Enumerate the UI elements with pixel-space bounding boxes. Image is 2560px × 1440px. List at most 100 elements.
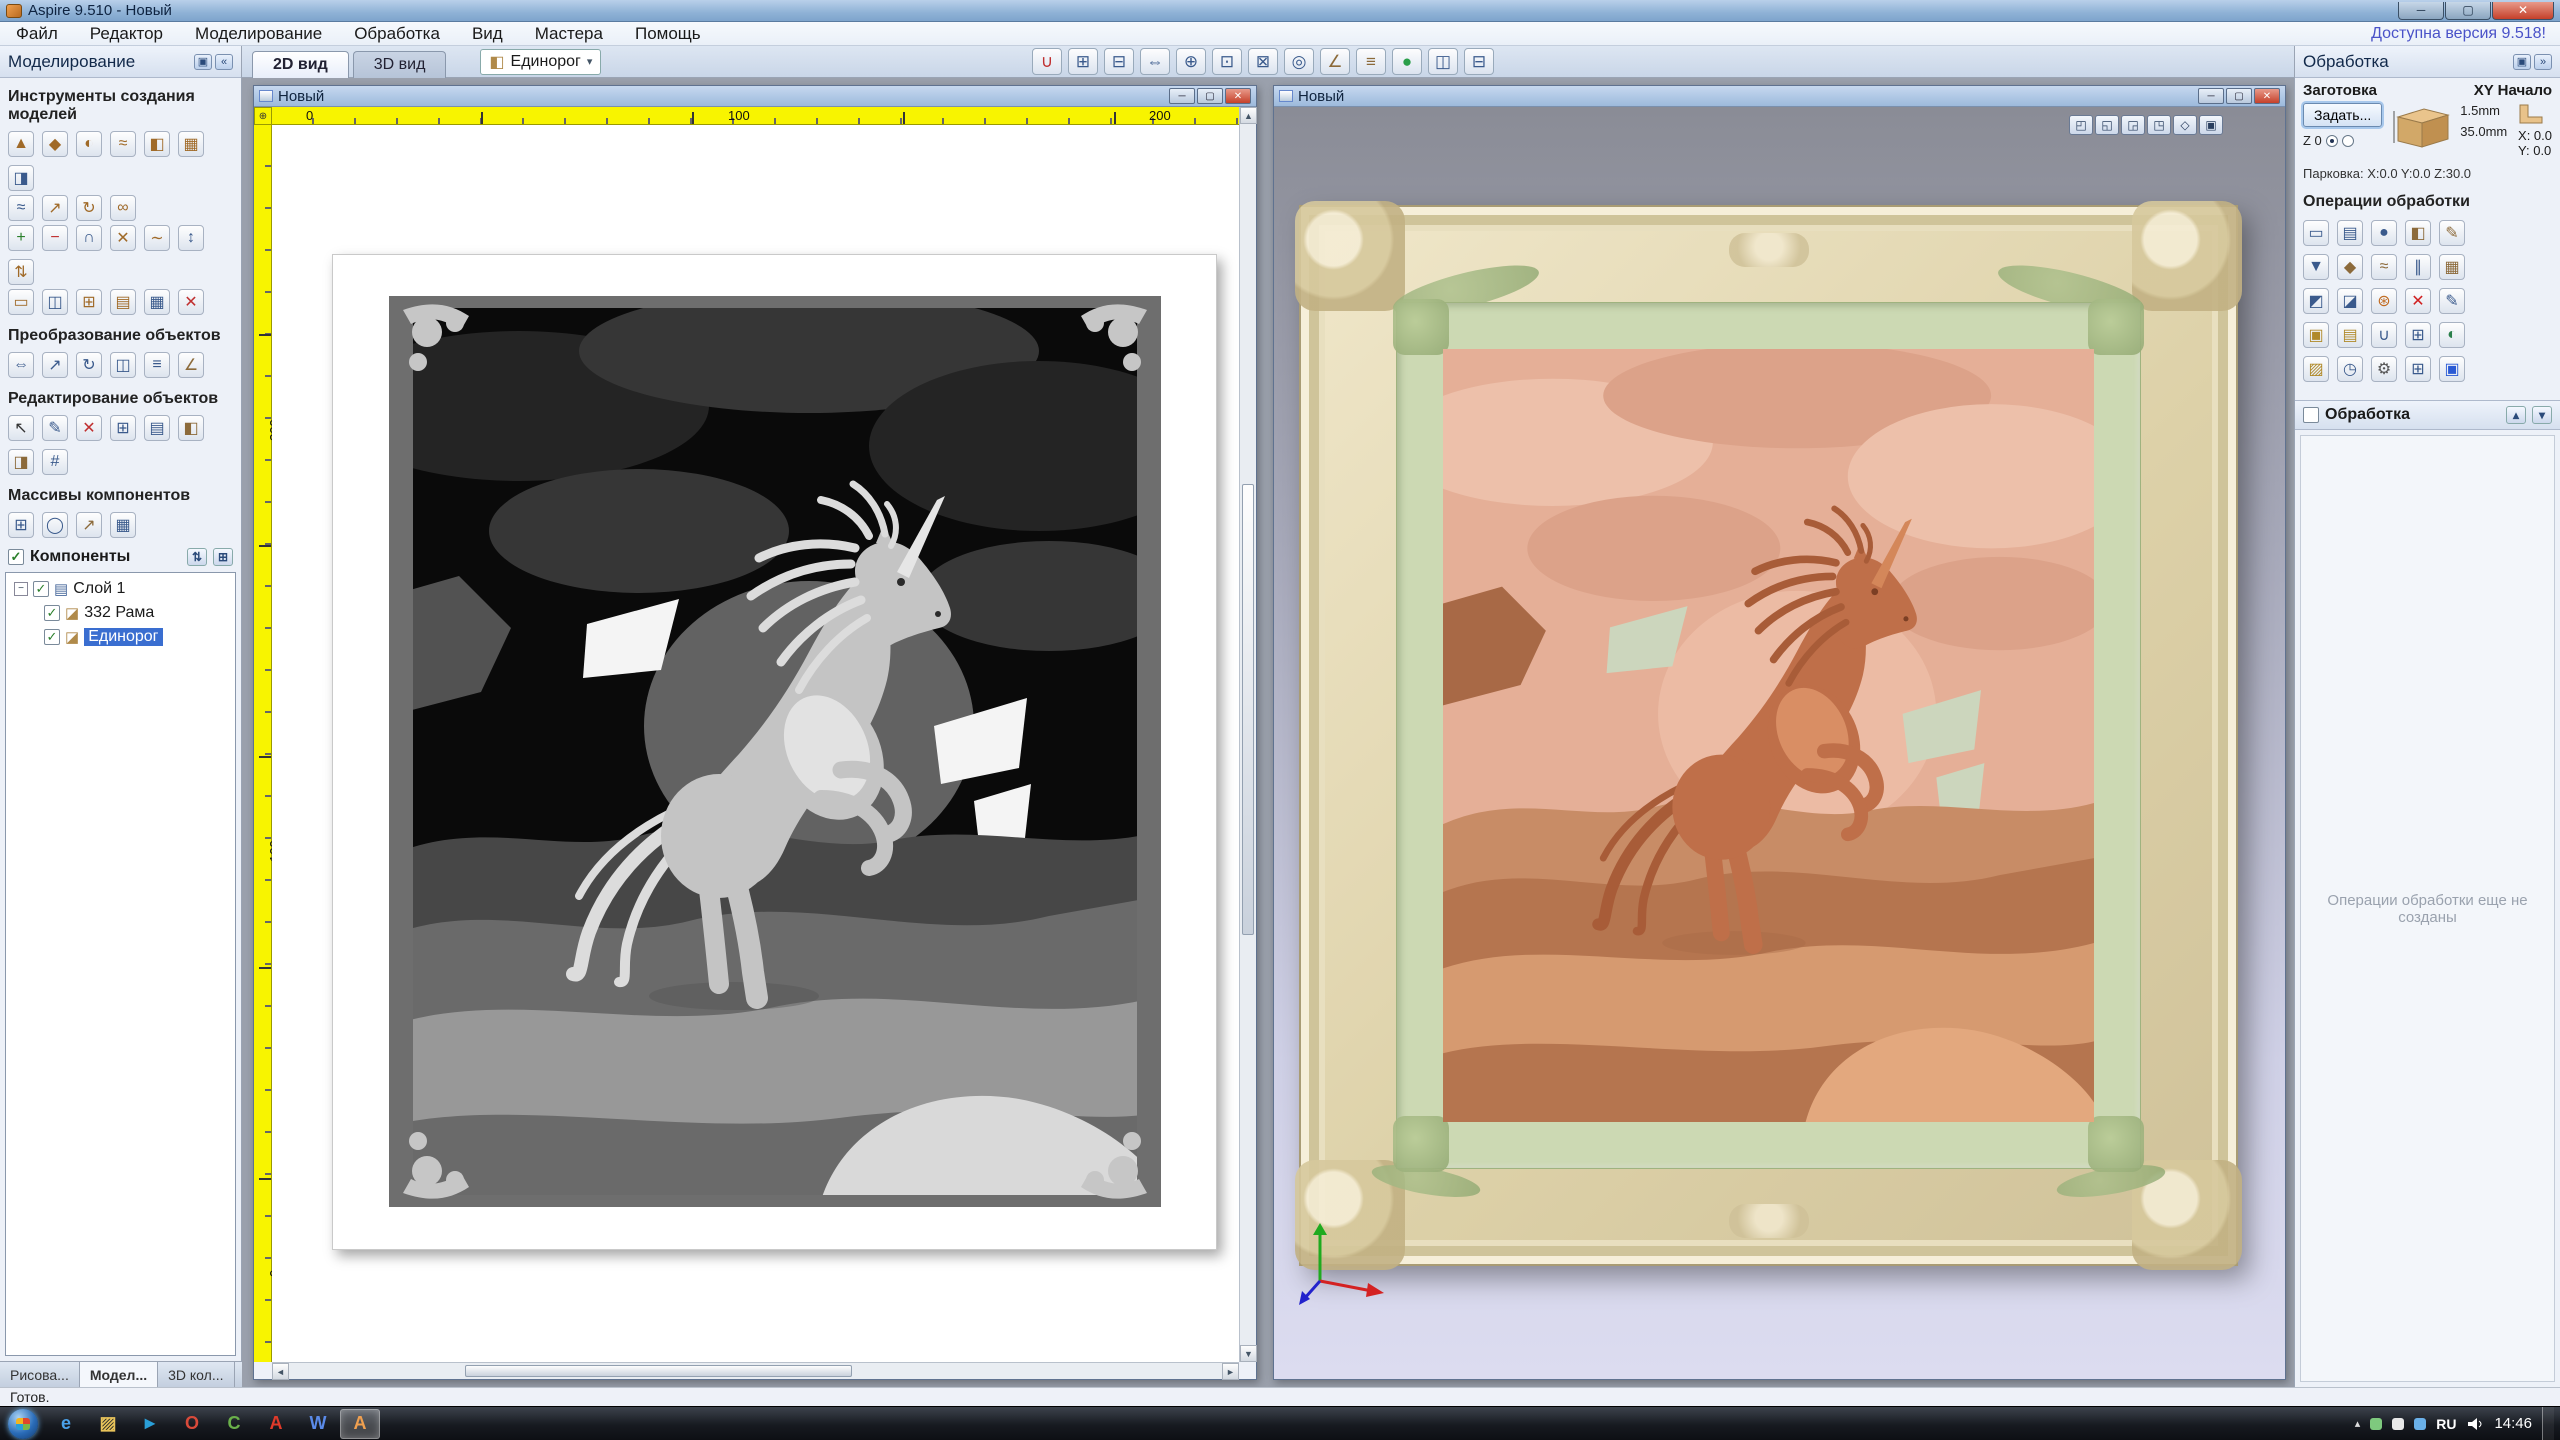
maximize-button[interactable]: ▢ [2445, 2, 2491, 20]
toolpath-pocket-icon[interactable]: ▤ [2337, 220, 2363, 246]
heightmap-artwork[interactable] [389, 296, 1161, 1207]
tool-extrude-icon[interactable]: ◆ [42, 131, 68, 157]
vertical-scrollbar[interactable]: ▲ ▼ [1239, 107, 1256, 1362]
show-desktop-button[interactable] [2542, 1407, 2554, 1440]
tool-two-rail-sweep-icon[interactable]: ≈ [8, 195, 34, 221]
child-close-button[interactable]: ✕ [2254, 88, 2280, 104]
horizontal-ruler[interactable]: 0 100 200 [272, 107, 1239, 125]
taskbar-word-icon[interactable]: W [298, 1409, 338, 1439]
toggle-material-icon[interactable]: ▣ [2199, 115, 2223, 135]
toolpath-list[interactable]: Операции обработки еще не созданы [2300, 435, 2555, 1382]
close-button[interactable]: ✕ [2492, 2, 2554, 20]
tool-turn-icon[interactable]: ↻ [76, 195, 102, 221]
tree-item-unicorn[interactable]: ✓ ◪ Единорог [8, 625, 233, 649]
tab-3d-view[interactable]: 3D вид [353, 51, 447, 78]
component-selector-dropdown[interactable]: ◧ Единорог ▾ [480, 49, 601, 75]
toolpaths-visibility-checkbox[interactable] [2303, 407, 2319, 423]
transform-mirror-icon[interactable]: ◫ [110, 352, 136, 378]
clock[interactable]: 14:46 [2494, 1415, 2532, 1432]
toolpath-rough-3d-icon[interactable]: ◩ [2303, 288, 2329, 314]
toolpath-vcarve-icon[interactable]: ▼ [2303, 254, 2329, 280]
toolpath-profile-icon[interactable]: ▭ [2303, 220, 2329, 246]
toolpath-copy-icon[interactable]: ⊞ [2405, 356, 2431, 382]
edit-select-icon[interactable]: ↖ [8, 415, 34, 441]
toolpath-texture-icon[interactable]: ▦ [2439, 254, 2465, 280]
taskbar-media-player-icon[interactable]: ► [130, 1409, 170, 1439]
menu-toolpaths[interactable]: Обработка [338, 22, 456, 45]
antivirus-tray-icon[interactable] [2370, 1418, 2382, 1430]
toolpath-preview-icon[interactable]: ◐ [2439, 322, 2465, 348]
view-top-icon[interactable]: ◱ [2095, 115, 2119, 135]
taskbar-aspire-icon[interactable]: A [340, 1409, 380, 1439]
grid-toggle-icon[interactable]: ⊞ [1068, 48, 1098, 75]
scrollbar-thumb[interactable] [465, 1365, 852, 1377]
tool-merge-model-icon[interactable]: ∩ [76, 225, 102, 251]
zoom-extents-icon[interactable]: ⊠ [1248, 48, 1278, 75]
toolpath-finish-3d-icon[interactable]: ◪ [2337, 288, 2363, 314]
tab-drawing[interactable]: Рисова... [0, 1362, 80, 1387]
hidden-icons-icon[interactable]: ▴ [2355, 1417, 2361, 1430]
tool-paste-model-icon[interactable]: ▤ [110, 289, 136, 315]
toolpath-merge-icon[interactable]: ∪ [2371, 322, 2397, 348]
menu-file[interactable]: Файл [0, 22, 74, 45]
taskbar-chrome-icon[interactable]: C [214, 1409, 254, 1439]
taskbar-explorer-icon[interactable]: ▨ [88, 1409, 128, 1439]
taskbar-acrobat-icon[interactable]: A [256, 1409, 296, 1439]
tool-emboss-icon[interactable]: ◧ [144, 131, 170, 157]
network-tray-icon[interactable] [2414, 1418, 2426, 1430]
canvas-2d[interactable] [272, 125, 1239, 1362]
edit-node-icon[interactable]: ✎ [42, 415, 68, 441]
menu-help[interactable]: Помощь [619, 22, 717, 45]
pin-icon[interactable]: ▣ [2513, 54, 2531, 70]
tool-subtract-model-icon[interactable]: − [42, 225, 68, 251]
toggle-origin-icon[interactable]: ◇ [2173, 115, 2197, 135]
tool-extrude-path-icon[interactable]: ↗ [42, 195, 68, 221]
volume-icon[interactable] [2466, 1417, 2484, 1431]
child-close-button[interactable]: ✕ [1225, 88, 1251, 104]
pan-icon[interactable]: ⇔ [1140, 48, 1170, 75]
menu-edit[interactable]: Редактор [74, 22, 179, 45]
toolpath-edit-icon[interactable]: ✎ [2439, 288, 2465, 314]
scrollbar-thumb[interactable] [1242, 484, 1254, 936]
tab-clipart[interactable]: 3D кол... [158, 1362, 234, 1387]
material-setup-button[interactable]: Задать... [2303, 103, 2382, 127]
pin-icon[interactable]: ▣ [194, 54, 212, 70]
toolpath-list-down-button[interactable]: ▾ [2532, 406, 2552, 424]
taskbar-opera-icon[interactable]: O [172, 1409, 212, 1439]
canvas-3d[interactable]: ◰ ◱ ◲ ◳ ◇ ▣ [1274, 107, 2285, 1379]
tool-level-model-icon[interactable]: ▦ [144, 289, 170, 315]
tile-vertical-icon[interactable]: ⊟ [1464, 48, 1494, 75]
menu-gadgets[interactable]: Мастера [519, 22, 619, 45]
render-preview-icon[interactable]: ● [1392, 48, 1422, 75]
z-zero-top-radio[interactable] [2326, 135, 2338, 147]
measure-icon[interactable]: ∠ [1320, 48, 1350, 75]
edit-cut-icon[interactable]: ✕ [76, 415, 102, 441]
tool-trim-model-icon[interactable]: ✕ [110, 225, 136, 251]
expander-icon[interactable]: − [14, 582, 28, 596]
transform-rotate-icon[interactable]: ↻ [76, 352, 102, 378]
tool-mirror-model-icon[interactable]: ◫ [42, 289, 68, 315]
tool-smooth-model-icon[interactable]: ∼ [144, 225, 170, 251]
scroll-left-icon[interactable]: ◄ [272, 1363, 289, 1380]
tool-spin-icon[interactable]: ◐ [76, 131, 102, 157]
edit-paste-icon[interactable]: ▤ [144, 415, 170, 441]
toolpath-template-load-icon[interactable]: ▤ [2337, 322, 2363, 348]
tool-scale-z-icon[interactable]: ↕ [178, 225, 204, 251]
tool-add-model-icon[interactable]: + [8, 225, 34, 251]
toolpath-fluting-icon[interactable]: ∥ [2405, 254, 2431, 280]
array-nest-icon[interactable]: ▦ [110, 512, 136, 538]
toolpath-array-icon[interactable]: ⊞ [2405, 322, 2431, 348]
toolpath-prism-icon[interactable]: ◆ [2337, 254, 2363, 280]
toolpath-save-icon[interactable]: ▣ [2439, 356, 2465, 382]
tree-item-layer1[interactable]: − ✓ ▤ Слой 1 [8, 577, 233, 601]
collapse-panel-icon[interactable]: » [2534, 54, 2552, 70]
edit-snap-icon[interactable]: # [42, 449, 68, 475]
ruler-icon[interactable]: ≡ [1356, 48, 1386, 75]
array-linear-icon[interactable]: ⊞ [8, 512, 34, 538]
scroll-right-icon[interactable]: ► [1222, 1363, 1239, 1380]
edit-copy-icon[interactable]: ⊞ [110, 415, 136, 441]
toolpath-moulding-icon[interactable]: ≈ [2371, 254, 2397, 280]
transform-move-icon[interactable]: ⇔ [8, 352, 34, 378]
tool-import-model-icon[interactable]: ◨ [8, 165, 34, 191]
tree-item-frame[interactable]: ✓ ◪ 332 Рама [8, 601, 233, 625]
